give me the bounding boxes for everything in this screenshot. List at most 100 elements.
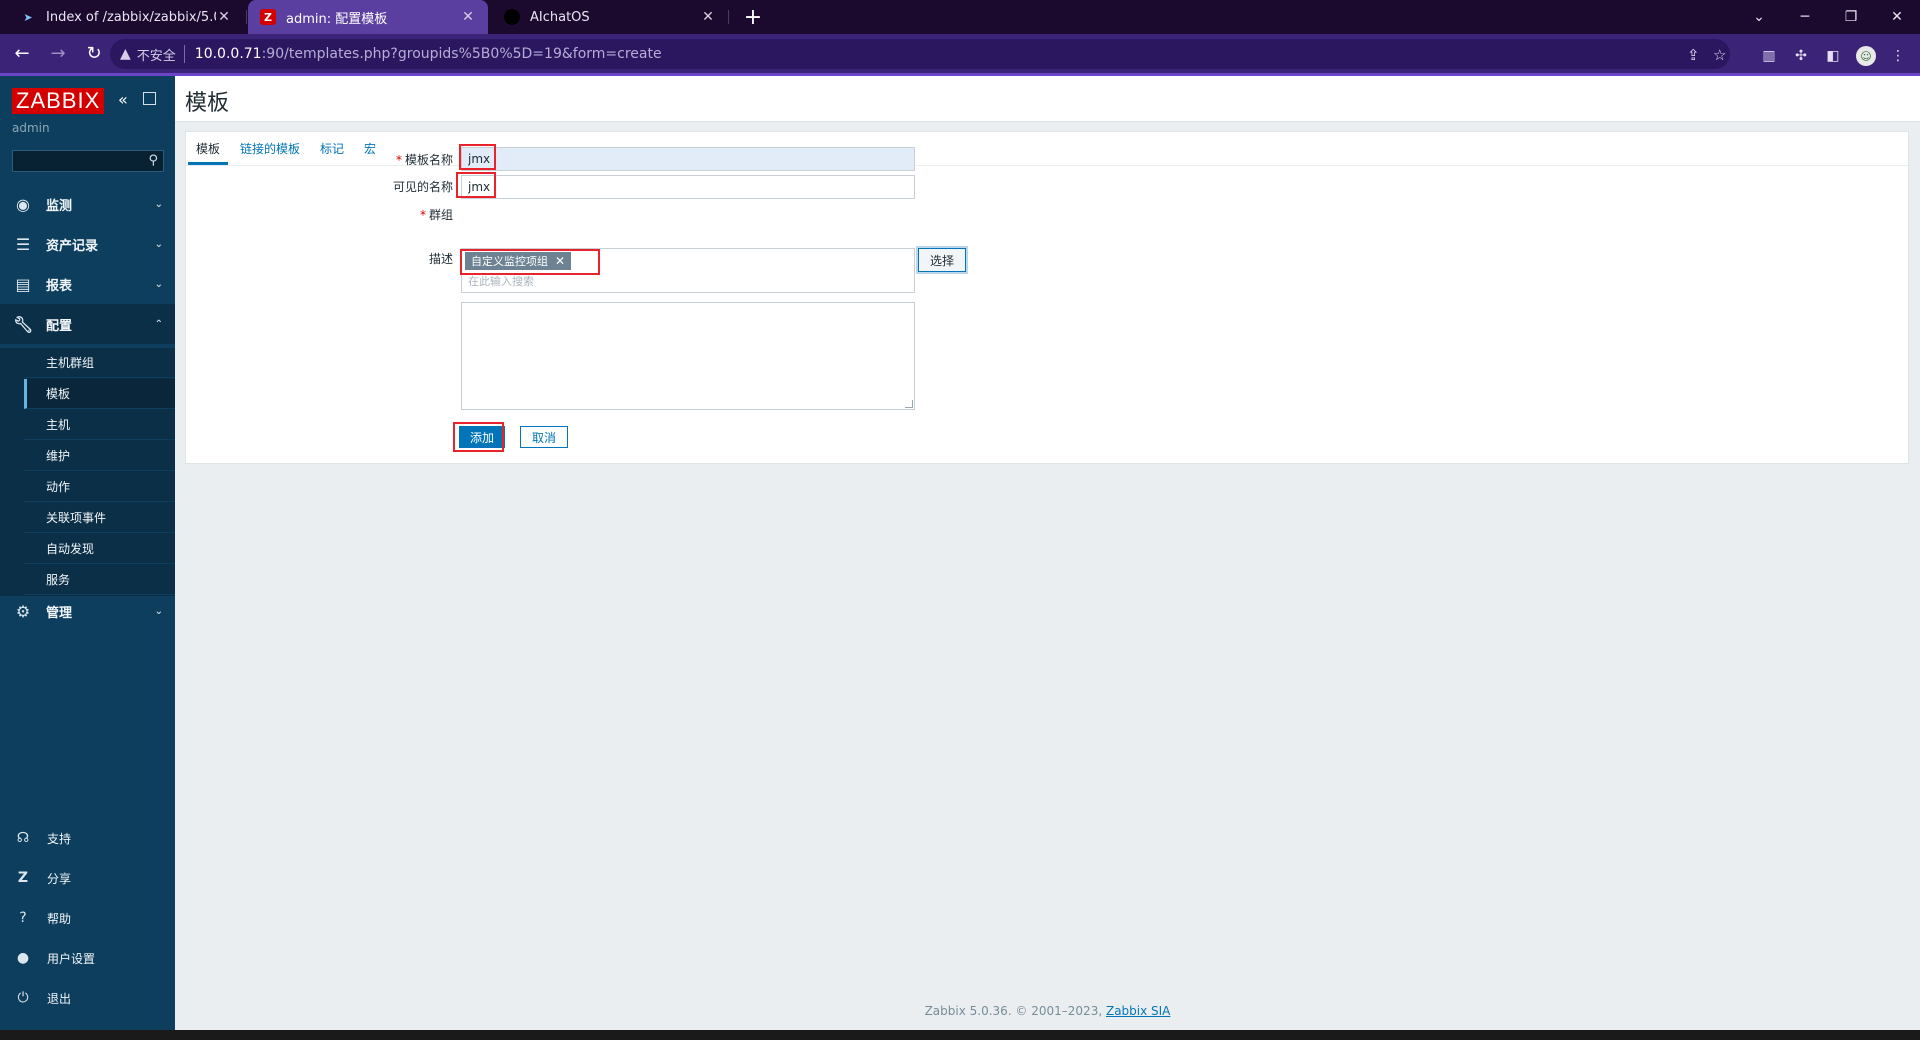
groups-search-placeholder[interactable]: 在此输入搜索 [468,273,534,289]
menu-configuration[interactable]: 🔧︎ 配置 ⌃ [0,304,175,344]
description-textarea[interactable] [461,302,915,410]
menu-reports[interactable]: ▤ 报表 ⌄ [0,264,175,304]
visible-name-input[interactable] [461,175,915,199]
os-taskbar [0,1030,1920,1040]
browser-menu-icon[interactable]: ⋮ [1888,46,1908,66]
back-icon[interactable]: ← [8,40,36,68]
bookmark-star-icon[interactable]: ☆ [1713,46,1726,64]
menu-sign-out[interactable]: ⏻ 退出 [0,978,175,1018]
group-chip-label: 自定义监控项组 [471,255,548,268]
eye-icon: ◉ [16,194,30,214]
sidebar-search-input[interactable]: ⚲ [12,150,164,172]
profile-avatar-icon[interactable]: ☺ [1856,46,1876,66]
menu-help[interactable]: ? 帮助 [0,898,175,938]
tab-separator [728,10,729,24]
close-window-icon[interactable]: ✕ [1874,0,1920,34]
extension-reader-icon[interactable]: ▥ [1759,46,1779,66]
template-form: 模板 链接的模板 标记 宏 *模板名称 可见的名称 *群组 描述 自定义监控项组… [185,131,1909,464]
submenu-discovery[interactable]: 自动发现 [24,534,175,564]
chevron-down-icon: ⌄ [154,278,163,290]
menu-label: 分享 [47,871,72,886]
bird-favicon-icon: ➤ [23,10,33,24]
browser-tab-admin[interactable]: Z admin: 配置模板 ✕ [248,0,488,34]
user-icon: ● [16,950,30,966]
submenu-hosts[interactable]: 主机 [24,410,175,440]
help-icon: ? [19,910,27,926]
power-icon: ⏻ [17,990,29,1006]
puzzle-icon[interactable]: ✣ [1791,46,1811,66]
close-icon[interactable]: ✕ [216,9,232,25]
sidebar: ZABBIX « admin ⚲ ◉ 监测 ⌄ ☰ 资产记录 ⌄ ▤ 报表 ⌄ … [0,76,175,1030]
label-text: 群组 [428,208,453,222]
user-name: admin [12,121,50,135]
required-asterisk: * [419,208,426,222]
groups-label: * 群组 [420,206,453,223]
warning-icon: ▲ [120,46,131,62]
menu-label: 退出 [47,991,72,1006]
menu-inventory[interactable]: ☰ 资产记录 ⌄ [0,224,175,264]
description-label: 描述 [428,252,453,266]
close-icon[interactable]: ✕ [460,9,476,25]
chevron-down-icon: ⌄ [154,238,163,250]
menu-administration[interactable]: ⚙ 管理 ⌄ [0,591,175,631]
menu-label: 配置 [46,318,73,334]
label-text: 模板名称 [404,153,453,167]
divider [183,45,185,63]
menu-label: 监测 [46,198,73,214]
browser-tab-index[interactable]: ➤ Index of /zabbix/zabbix/5.0/rh ✕ [8,0,244,34]
page-title: 模板 [185,91,230,116]
group-chip: 自定义监控项组 ✕ [465,252,572,270]
tab-title: AIchatOS [530,9,590,25]
form-labels: * 模板名称 可见的名称 * 群组 描述 [186,132,453,463]
page-header: 模板 [175,76,1920,122]
forward-icon[interactable]: → [44,40,72,68]
reload-icon[interactable]: ↻ [80,40,108,68]
submenu-event-correlation[interactable]: 关联项事件 [24,503,175,533]
groups-multiselect[interactable]: 自定义监控项组 ✕ 在此输入搜索 [461,248,915,293]
side-panel-icon[interactable]: ◧ [1823,46,1843,66]
close-icon[interactable]: ✕ [700,9,716,25]
chevron-down-icon: ⌄ [154,198,163,210]
menu-label: 资产记录 [46,238,99,254]
zabbix-sia-link[interactable]: Zabbix SIA [1106,1004,1170,1018]
zabbix-logo[interactable]: ZABBIX [12,88,105,114]
chevron-up-icon: ⌃ [154,318,163,330]
submenu-templates[interactable]: 模板 [24,379,175,409]
browser-toolbar: ← → ↻ ▲ 不安全 10.0.0.71 :90/templates.php?… [0,34,1920,76]
restore-icon[interactable]: ❐ [1828,0,1874,34]
submenu-maintenance[interactable]: 维护 [24,441,175,471]
wrench-icon: 🔧︎ [13,314,34,334]
menu-support[interactable]: ☊ 支持 [0,818,175,858]
tab-title: Index of /zabbix/zabbix/5.0/rh [46,9,216,25]
remove-chip-icon[interactable]: ✕ [555,254,565,268]
url-path: :90/templates.php?groupids%5B0%5D=19&for… [261,46,662,62]
menu-share[interactable]: Z 分享 [0,858,175,898]
menu-label: 用户设置 [47,951,96,966]
tab-title: admin: 配置模板 [286,11,388,27]
zabbix-favicon-icon: Z [260,9,276,25]
submenu-host-groups[interactable]: 主机群组 [24,348,175,378]
browser-tab-aichatos[interactable]: AIchatOS ✕ [492,0,728,34]
search-icon[interactable]: ⚲ [148,153,158,168]
share-page-icon[interactable]: ⇪ [1687,46,1700,64]
menu-label: 支持 [47,831,72,846]
kiosk-mode-icon[interactable] [143,92,156,105]
template-name-input[interactable] [461,147,915,171]
menu-user-settings[interactable]: ● 用户设置 [0,938,175,978]
visible-name-label: 可见的名称 [392,180,453,194]
submenu-actions[interactable]: 动作 [24,472,175,502]
template-name-label: * 模板名称 [396,151,453,168]
configuration-submenu: 主机群组 模板 主机 维护 动作 关联项事件 自动发现 服务 [0,348,175,596]
resize-handle-icon[interactable] [905,400,913,408]
required-asterisk: * [395,153,402,167]
minimize-icon[interactable]: ─ [1782,0,1828,34]
menu-monitoring[interactable]: ◉ 监测 ⌄ [0,184,175,224]
new-tab-button[interactable]: + [738,0,768,34]
collapse-sidebar-icon[interactable]: « [118,90,128,109]
select-groups-button[interactable]: 选择 [918,248,966,272]
cancel-button[interactable]: 取消 [520,426,568,448]
menu-label: 报表 [46,278,73,294]
tab-search-icon[interactable]: ⌄ [1736,0,1782,34]
add-button[interactable]: 添加 [459,426,505,448]
address-bar[interactable]: ▲ 不安全 10.0.0.71 :90/templates.php?groupi… [110,39,1730,69]
